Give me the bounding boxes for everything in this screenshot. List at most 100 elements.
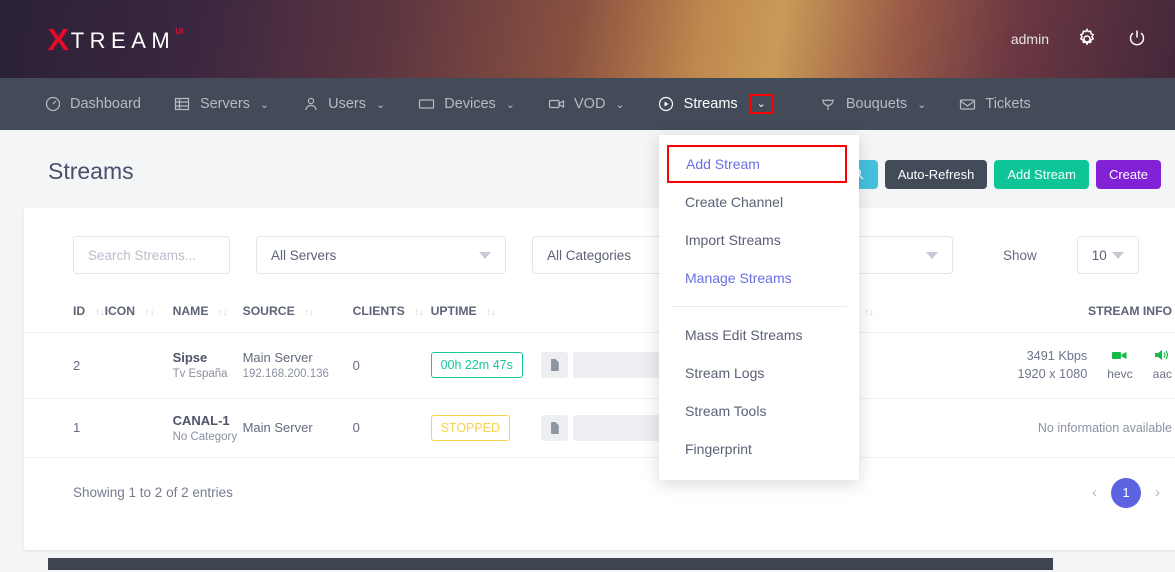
- chevron-down-icon: ⌄: [756, 98, 766, 110]
- menu-item-import-streams[interactable]: Import Streams: [659, 221, 859, 259]
- nav-label: Devices: [444, 96, 496, 112]
- stream-info-wrap: 3491 Kbps 1920 x 1080 hevc aac: [885, 347, 1172, 384]
- menu-item-fingerprint[interactable]: Fingerprint: [659, 430, 859, 468]
- sort-arrows-icon: ↑↓: [94, 307, 105, 318]
- nav-item-devices[interactable]: Devices ⌄: [418, 96, 515, 113]
- streams-dropdown-menu: Add Stream Create Channel Import Streams…: [659, 135, 859, 480]
- source-name: Main Server: [242, 420, 313, 436]
- sort-arrows-icon: ↑↓: [863, 307, 874, 318]
- cell-id: 2: [24, 332, 105, 399]
- nav-item-streams[interactable]: Streams ⌄: [658, 94, 773, 114]
- menu-item-manage-streams[interactable]: Manage Streams: [659, 259, 859, 297]
- stream-name: Sipse: [172, 350, 208, 366]
- menu-item-mass-edit-streams[interactable]: Mass Edit Streams: [659, 316, 859, 354]
- pagination-prev[interactable]: ‹: [1092, 484, 1097, 501]
- tickets-icon: [959, 96, 976, 113]
- nav-label: Users: [328, 96, 366, 112]
- show-label: Show: [1003, 247, 1037, 263]
- col-clients[interactable]: CLIENTS ↑↓: [352, 296, 431, 333]
- menu-item-stream-tools[interactable]: Stream Tools: [659, 392, 859, 430]
- table-row[interactable]: 1 CANAL-1 No Category Main Server 0 STOP…: [24, 398, 1175, 458]
- col-icon[interactable]: ICON ↑↓: [104, 296, 173, 333]
- nav-label: VOD: [574, 96, 606, 112]
- showing-entries-label: Showing 1 to 2 of 2 entries: [73, 485, 233, 501]
- col-name[interactable]: NAME ↑↓: [172, 296, 243, 333]
- nav-item-vod[interactable]: VOD ⌄: [548, 96, 625, 113]
- pagination-page-1[interactable]: 1: [1111, 477, 1141, 508]
- source-name: Main Server: [242, 350, 313, 366]
- uptime-badge: STOPPED: [430, 414, 511, 441]
- chevron-down-icon[interactable]: ⌄: [376, 98, 385, 111]
- nav-item-users[interactable]: Users ⌄: [302, 96, 385, 113]
- col-label: ICON: [104, 304, 136, 318]
- page-size-value: 10: [1091, 247, 1107, 263]
- menu-item-stream-logs[interactable]: Stream Logs: [659, 354, 859, 392]
- chevron-down-icon[interactable]: ⌄: [917, 98, 926, 111]
- cell-name: CANAL-1 No Category: [172, 398, 243, 458]
- filters-row: Search Streams... All Servers All Catego…: [24, 208, 1175, 274]
- nav-item-dashboard[interactable]: Dashboard: [44, 96, 141, 113]
- col-label: NAME: [172, 304, 209, 318]
- create-button[interactable]: Create: [1095, 160, 1161, 189]
- search-input[interactable]: Search Streams...: [73, 236, 230, 274]
- col-stream-info: STREAM INFO: [884, 296, 1175, 333]
- current-user-label[interactable]: admin: [1011, 31, 1049, 47]
- menu-item-create-channel[interactable]: Create Channel: [659, 183, 859, 221]
- page-size-select[interactable]: 10: [1076, 236, 1139, 274]
- logo-wordmark: TREAM: [70, 27, 176, 53]
- bitrate: 3491 Kbps: [1026, 349, 1088, 363]
- cell-stream-info: No information available: [884, 398, 1175, 458]
- app-logo[interactable]: X TREAM UI: [47, 24, 183, 55]
- chevron-down-icon: [1111, 251, 1124, 259]
- stream-category: No Category: [172, 430, 238, 443]
- speaker-icon: [1155, 349, 1169, 364]
- col-id[interactable]: ID ↑↓: [24, 296, 105, 333]
- cell-source: Main Server: [242, 398, 353, 458]
- bouquets-icon: [820, 96, 837, 113]
- nav-label: Bouquets: [845, 96, 908, 112]
- chevron-down-icon[interactable]: ⌄: [615, 98, 624, 111]
- server-filter-select[interactable]: All Servers: [256, 236, 506, 274]
- power-icon[interactable]: [1125, 27, 1149, 51]
- chevron-down-icon[interactable]: ⌄: [506, 98, 515, 111]
- nav-label: Servers: [199, 96, 250, 112]
- no-information-text: No information available: [1037, 421, 1172, 436]
- menu-item-add-stream[interactable]: Add Stream: [667, 145, 847, 183]
- streams-chevron-highlight[interactable]: ⌄: [749, 94, 773, 114]
- document-icon[interactable]: [540, 414, 568, 441]
- row-action-button[interactable]: [572, 352, 669, 379]
- table-row[interactable]: 2 Sipse Tv España Main Server 192.168.20…: [24, 332, 1175, 399]
- sort-arrows-icon: ↑↓: [486, 307, 497, 318]
- document-icon[interactable]: [540, 352, 568, 379]
- nav-item-bouquets[interactable]: Bouquets ⌄: [820, 96, 926, 113]
- devices-icon: [418, 96, 435, 113]
- nav-label: Dashboard: [70, 96, 141, 112]
- gear-icon[interactable]: [1075, 27, 1099, 51]
- nav-label: Tickets: [985, 96, 1031, 112]
- sort-arrows-icon: ↑↓: [304, 307, 315, 318]
- video-camera-icon: [1112, 349, 1127, 364]
- server-filter-value: All Servers: [271, 247, 337, 263]
- col-label: UPTIME: [430, 304, 477, 318]
- stream-name: CANAL-1: [172, 412, 230, 428]
- cell-icon: [104, 398, 173, 458]
- cell-stream-info: 3491 Kbps 1920 x 1080 hevc aac: [884, 332, 1175, 399]
- auto-refresh-button[interactable]: Auto-Refresh: [884, 160, 988, 189]
- sort-arrows-icon: ↑↓: [414, 307, 425, 318]
- chevron-down-icon: [926, 251, 938, 259]
- nav-item-tickets[interactable]: Tickets: [959, 96, 1031, 113]
- row-action-button[interactable]: [572, 414, 669, 441]
- col-label: CLIENTS: [352, 304, 405, 318]
- pagination-next[interactable]: ›: [1155, 484, 1160, 501]
- col-source[interactable]: SOURCE ↑↓: [242, 296, 353, 333]
- col-label: ID: [73, 304, 86, 318]
- chevron-down-icon[interactable]: ⌄: [260, 98, 269, 111]
- cell-icon: [104, 332, 173, 399]
- add-stream-button[interactable]: Add Stream: [994, 160, 1089, 189]
- chevron-down-icon: [479, 251, 491, 259]
- nav-item-servers[interactable]: Servers ⌄: [174, 96, 269, 113]
- pagination: ‹ 1 ›: [1092, 477, 1160, 508]
- col-uptime[interactable]: UPTIME ↑↓: [430, 296, 541, 333]
- top-bar-right: admin: [1011, 27, 1149, 51]
- streams-icon: [658, 96, 675, 113]
